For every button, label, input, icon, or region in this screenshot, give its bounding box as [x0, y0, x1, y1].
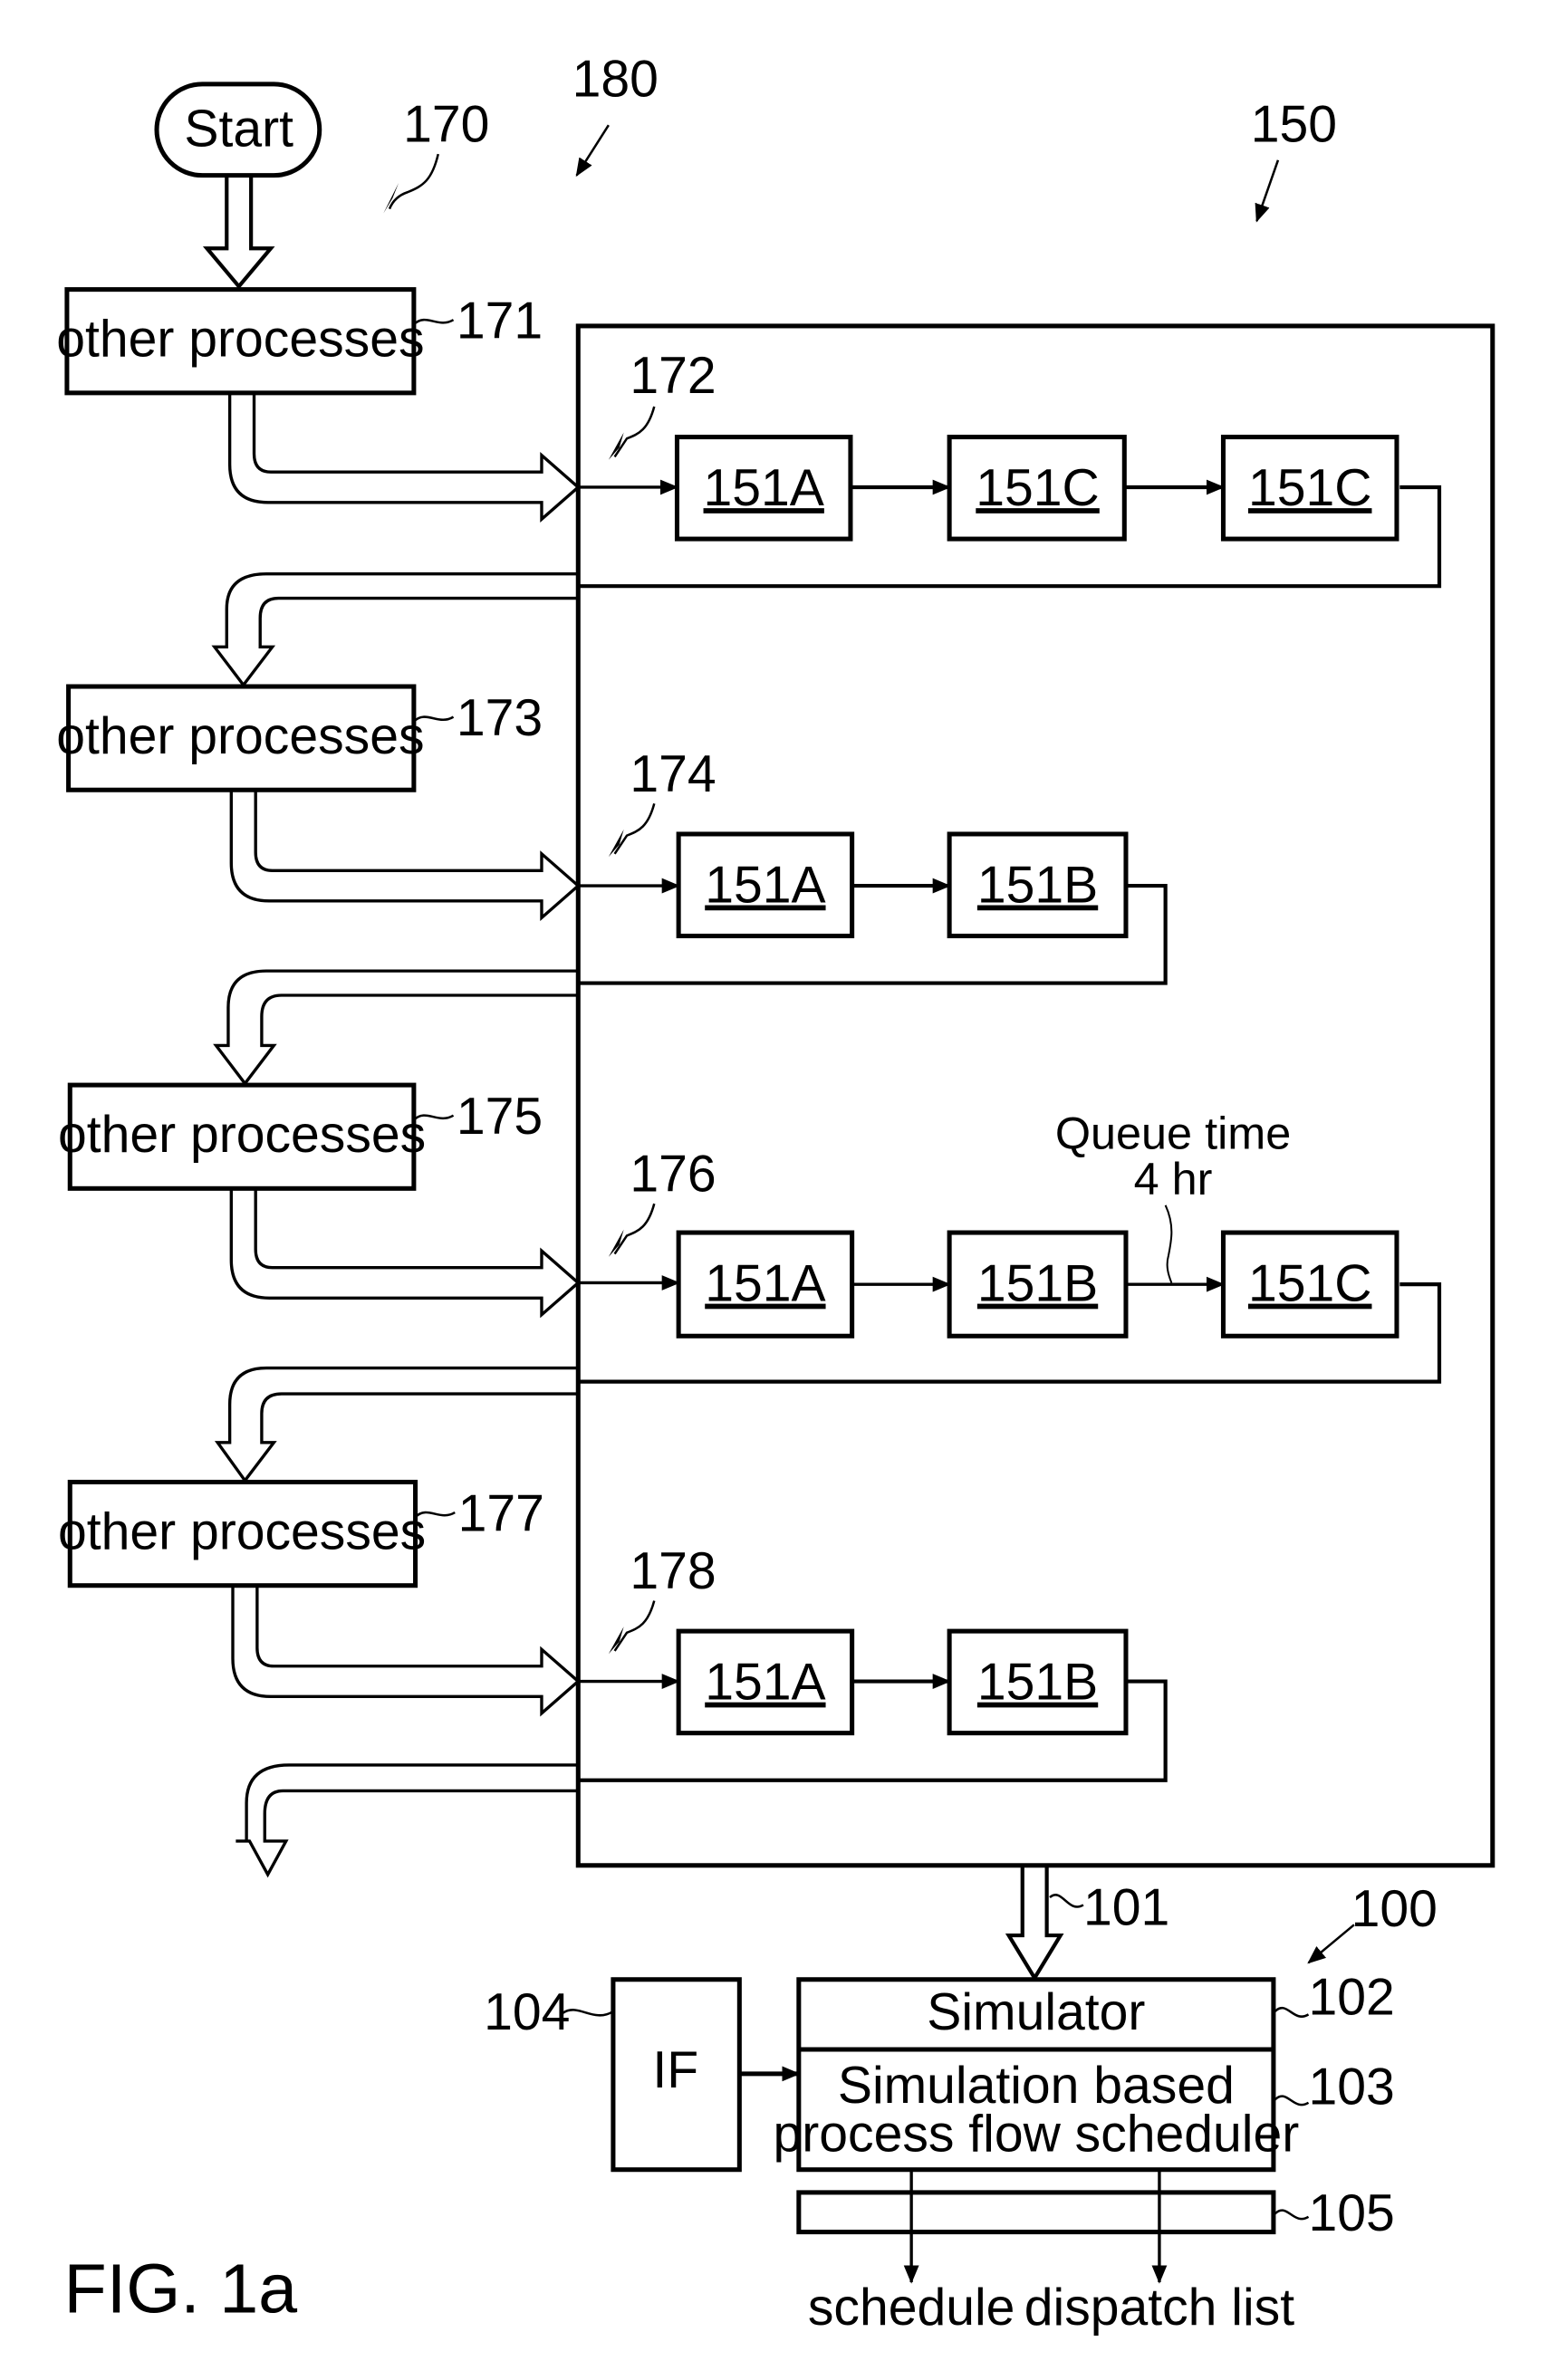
other-process-label: other processes: [58, 1106, 426, 1164]
ref-175: 175: [457, 1088, 543, 1146]
step-label: 151C: [976, 459, 1100, 517]
ref-176: 176: [630, 1146, 716, 1204]
ref-102: 102: [1309, 1968, 1395, 2026]
ref-174: 174: [630, 745, 716, 803]
simulator-label: Simulator: [927, 1983, 1145, 2041]
other-process-label: other processes: [56, 311, 424, 369]
ref-172: 172: [630, 347, 716, 405]
figure-caption: FIG. 1a: [64, 2250, 298, 2328]
ref-173: 173: [457, 689, 543, 747]
ref-101: 101: [1083, 1878, 1169, 1936]
route-176: 151A 151B 151C Queue time 4 hr: [676, 1108, 1399, 1339]
ref-100-leader: [1307, 1924, 1355, 1964]
ref-101-leader: [1049, 1894, 1084, 1908]
queue-time-label: Queue time: [1055, 1108, 1291, 1159]
patent-figure: Start 170 180 150 other processes 171 ot…: [56, 50, 1495, 2337]
other-process-175: other processes 175: [58, 1082, 543, 1191]
other-process-label: other processes: [58, 1502, 426, 1560]
ref-170-leader: [388, 153, 439, 210]
ref-103: 103: [1309, 2058, 1395, 2116]
start-terminal: Start: [154, 82, 322, 178]
ref-150-leader: [1255, 159, 1280, 223]
ref-180-leader: [575, 124, 610, 178]
ref-171: 171: [457, 292, 543, 350]
data-flow-arrow-101: [1005, 1865, 1064, 1982]
other-process-171: other processes 171: [56, 287, 543, 396]
output-block-105: 105: [796, 2184, 1395, 2242]
process-flow-block: [575, 323, 1495, 1868]
route-entry-lines: [578, 479, 680, 1689]
step-label: 151B: [977, 857, 1098, 915]
scheduler-label-line2: process flow scheduler: [774, 2106, 1300, 2164]
other-process-173: other processes 173: [56, 684, 543, 792]
ref-150: 150: [1251, 96, 1337, 154]
ref-170: 170: [403, 96, 489, 154]
other-process-label: other processes: [56, 707, 424, 765]
other-process-177: other processes 177: [58, 1479, 544, 1588]
step-label: 151A: [705, 1255, 825, 1313]
ref-178: 178: [630, 1542, 716, 1600]
ref-104: 104: [484, 1983, 570, 2041]
interface-label: IF: [652, 2041, 698, 2099]
ref-100: 100: [1351, 1880, 1438, 1938]
step-label: 151A: [705, 1654, 825, 1712]
queue-time-value: 4 hr: [1134, 1153, 1213, 1204]
flow-arrows-out: [211, 572, 579, 1878]
ref-177: 177: [458, 1484, 544, 1542]
step-label: 151A: [705, 857, 825, 915]
start-label: Start: [184, 101, 293, 158]
route-172: 151A 151C 151C: [674, 435, 1399, 542]
step-label: 151C: [1248, 1255, 1372, 1313]
route-178: 151A 151B: [676, 1628, 1129, 1736]
route-refs: 172 174 176 178: [608, 347, 716, 1655]
route-174: 151A 151B: [676, 831, 1129, 939]
schedule-label: schedule: [808, 2279, 1015, 2337]
ref-105: 105: [1309, 2184, 1395, 2242]
step-label: 151B: [977, 1255, 1098, 1313]
queue-time-leader: [1164, 1204, 1173, 1283]
start-flow-arrow: [202, 177, 275, 290]
step-label: 151B: [977, 1654, 1098, 1712]
ref-180: 180: [572, 50, 659, 108]
dispatch-list-label: dispatch list: [1024, 2279, 1294, 2337]
interface-block: IF 104: [484, 1977, 801, 2173]
step-label: 151A: [704, 459, 824, 517]
step-label: 151C: [1248, 459, 1372, 517]
simulator-block: Simulator Simulation based process flow …: [774, 1968, 1395, 2173]
